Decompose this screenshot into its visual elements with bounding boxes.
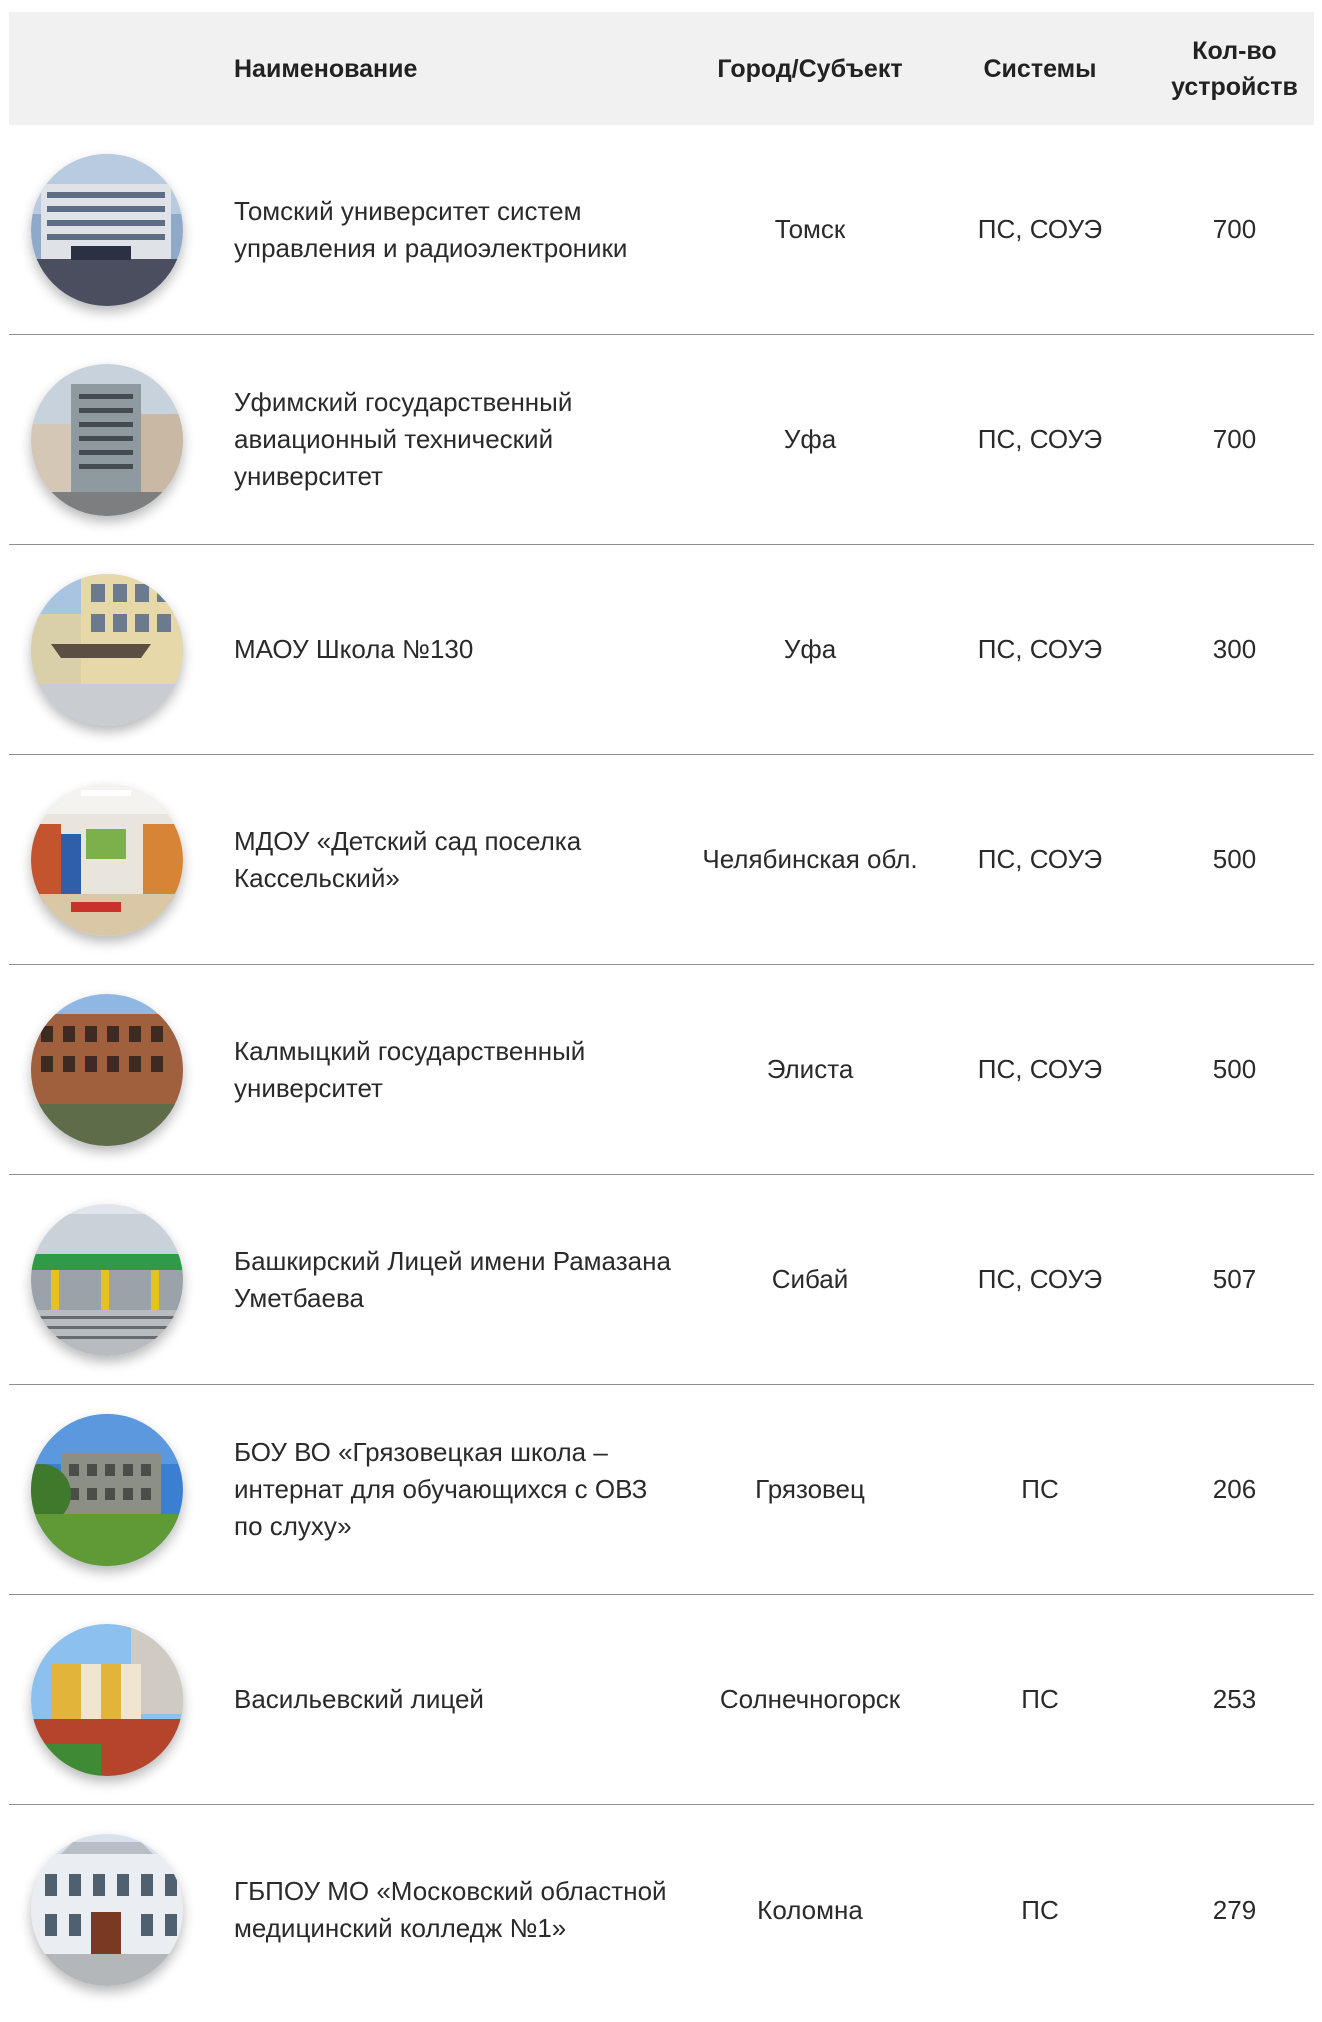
row-city: Грязовец — [755, 1474, 865, 1504]
table-header: Наименование Город/Субъект Системы Кол-в… — [9, 12, 1314, 125]
row-systems: ПС — [1021, 1894, 1059, 1925]
row-systems: ПС, СОУЭ — [977, 424, 1103, 454]
row-city: Челябинская обл. — [702, 844, 918, 874]
row-name: Уфимский государственный авиационный тех… — [234, 387, 573, 491]
row-count: 700 — [1212, 424, 1257, 454]
column-header-systems: Системы — [983, 54, 1097, 83]
table-row: МАОУ Школа №130 Уфа ПС, СОУЭ 300 — [9, 545, 1314, 755]
row-city: Элиста — [766, 1054, 854, 1084]
row-name: Калмыцкий государственный университет — [234, 1035, 586, 1103]
table-row: МДОУ «Детский сад поселка Кассельский» Ч… — [9, 755, 1314, 965]
row-name: Васильевский лицей — [234, 1684, 484, 1714]
row-systems: ПС — [1021, 1474, 1059, 1504]
row-name: БОУ ВО «Грязовецкая школа – интернат для… — [234, 1437, 648, 1541]
brick-university-photo — [31, 993, 183, 1146]
university-building-photo — [31, 153, 183, 306]
column-header-name: Наименование — [234, 54, 418, 83]
medical-college-photo — [31, 1834, 183, 1986]
objects-table: Наименование Город/Субъект Системы Кол-в… — [9, 12, 1314, 2015]
table-row: Томский университет систем управления и … — [9, 125, 1314, 335]
row-city: Коломна — [757, 1894, 863, 1925]
row-city: Томск — [774, 214, 846, 244]
row-city: Уфа — [783, 424, 837, 454]
boarding-school-photo — [31, 1413, 183, 1566]
row-systems: ПС, СОУЭ — [977, 844, 1103, 874]
row-name: МДОУ «Детский сад поселка Кассельский» — [234, 825, 582, 893]
university-tower-photo — [31, 363, 183, 516]
table-row: Калмыцкий государственный университет Эл… — [9, 965, 1314, 1175]
row-count: 507 — [1212, 1264, 1257, 1294]
table-row: Уфимский государственный авиационный тех… — [9, 335, 1314, 545]
row-count: 500 — [1212, 1054, 1257, 1084]
row-systems: ПС, СОУЭ — [977, 1054, 1103, 1084]
row-systems: ПС, СОУЭ — [977, 634, 1103, 664]
row-city: Солнечногорск — [719, 1684, 901, 1714]
table-row: БОУ ВО «Грязовецкая школа – интернат для… — [9, 1385, 1314, 1595]
row-count: 500 — [1212, 844, 1257, 874]
row-systems: ПС, СОУЭ — [977, 1264, 1103, 1294]
school-building-photo — [31, 573, 183, 726]
table-row: Башкирский Лицей имени Рамазана Уметбаев… — [9, 1175, 1314, 1385]
row-count: 253 — [1212, 1684, 1257, 1714]
column-header-count: Кол-во устройств — [1171, 36, 1298, 101]
row-name: ГБПОУ МО «Московский областной медицинск… — [234, 1876, 667, 1943]
row-systems: ПС, СОУЭ — [977, 214, 1103, 244]
row-city: Уфа — [783, 634, 837, 664]
row-count: 300 — [1212, 634, 1257, 664]
row-name: Томский университет систем управления и … — [234, 195, 628, 263]
row-count: 700 — [1212, 214, 1257, 244]
row-name: Башкирский Лицей имени Рамазана Уметбаев… — [234, 1245, 671, 1313]
lyceum-entrance-photo — [31, 1203, 183, 1356]
row-count: 279 — [1212, 1894, 1257, 1925]
table-row: ГБПОУ МО «Московский областной медицинск… — [9, 1805, 1314, 2015]
row-count: 206 — [1212, 1474, 1257, 1504]
column-header-city: Город/Субъект — [717, 54, 903, 83]
row-city: Сибай — [771, 1264, 849, 1294]
row-systems: ПС — [1021, 1684, 1059, 1714]
kindergarten-interior-photo — [31, 783, 183, 936]
row-name: МАОУ Школа №130 — [234, 634, 474, 664]
lyceum-playground-photo — [31, 1623, 183, 1776]
table-row: Васильевский лицей Солнечногорск ПС 253 — [9, 1595, 1314, 1805]
